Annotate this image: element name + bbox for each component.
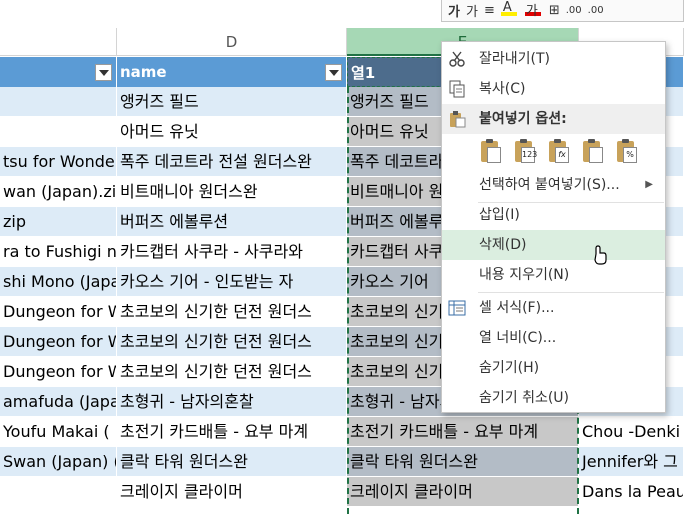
menu-item-copy[interactable]: 복사(C) bbox=[442, 74, 665, 104]
context-menu: 잘라내기(T) 복사(C) 붙여넣기 옵션: 123 fx % 선택하여 붙여넣… bbox=[441, 41, 666, 413]
menu-item-copy-label: 복사(C) bbox=[479, 81, 526, 97]
paste-values-button[interactable]: 123 bbox=[512, 139, 538, 165]
paste-default-button[interactable] bbox=[478, 139, 504, 165]
fill-color-button[interactable]: A bbox=[500, 0, 519, 20]
increase-decimal-button[interactable]: .00 bbox=[566, 5, 582, 16]
menu-item-unhide[interactable]: 숨기기 취소(U) bbox=[442, 383, 665, 413]
increase-font-button[interactable]: 가 bbox=[466, 1, 478, 20]
paste-icon-badge: 123 bbox=[521, 147, 537, 163]
scissors-icon bbox=[449, 51, 465, 67]
menu-item-insert[interactable]: 삽입(I) bbox=[442, 200, 665, 230]
table-row: Swan (Japan) (F 클락 타워 원더스완 클락 타워 원더스완 Jenni… bbox=[0, 447, 684, 477]
cell-c[interactable] bbox=[0, 87, 117, 117]
format-cells-icon bbox=[448, 300, 466, 316]
cell-name[interactable]: 초코보의 신기한 던전 원더스 bbox=[117, 327, 347, 357]
menu-item-insert-label: 삽입(I) bbox=[479, 207, 520, 223]
table-header-col1-label: 열1 bbox=[351, 64, 376, 82]
cell-name[interactable]: 버퍼즈 에볼루션 bbox=[117, 207, 347, 237]
menu-item-cut-label: 잘라내기(T) bbox=[479, 51, 550, 67]
menu-item-delete[interactable]: 삭제(D) bbox=[442, 230, 665, 260]
table-header-name: name bbox=[117, 57, 347, 87]
cell-name[interactable]: 앵커즈 필드 bbox=[117, 87, 347, 117]
menu-item-column-width[interactable]: 열 너비(C)... bbox=[442, 323, 665, 353]
cell-f[interactable]: Jennifer와 그 bbox=[579, 447, 684, 477]
menu-item-delete-label: 삭제(D) bbox=[479, 237, 527, 253]
cell-c[interactable]: tsu for Wonde bbox=[0, 147, 117, 177]
cell-name[interactable]: 초전기 카드배틀 - 요부 마계 bbox=[117, 417, 347, 447]
cell-name[interactable]: 폭주 데코트라 전설 원더스완 bbox=[117, 147, 347, 177]
column-header-d[interactable]: D bbox=[117, 28, 347, 56]
paste-icon-badge: % bbox=[623, 147, 637, 163]
cell-c[interactable]: Dungeon for W bbox=[0, 327, 117, 357]
paste-options-header: 붙여넣기 옵션: bbox=[442, 104, 665, 134]
cell-c[interactable]: ra to Fushigi n bbox=[0, 237, 117, 267]
cell-f[interactable]: Dans la Peau bbox=[579, 477, 684, 507]
cell-name[interactable]: 카오스 기어 - 인도받는 자 bbox=[117, 267, 347, 297]
decrease-decimal-button[interactable]: .00 bbox=[588, 5, 604, 16]
cell-name[interactable]: 초형귀 - 남자의혼찰 bbox=[117, 387, 347, 417]
cell-c[interactable]: zip bbox=[0, 207, 117, 237]
paste-icon-badge bbox=[487, 147, 501, 163]
submenu-arrow-icon: ▶ bbox=[645, 179, 653, 190]
filter-dropdown-icon[interactable] bbox=[95, 64, 112, 81]
font-color-icon: 가 bbox=[525, 3, 538, 19]
menu-item-width-label: 열 너비(C)... bbox=[479, 330, 557, 346]
cell-f[interactable]: Chou -Denki C bbox=[579, 417, 684, 447]
cell-name[interactable]: 비트매니아 원더스완 bbox=[117, 177, 347, 207]
borders-button[interactable]: ⊞ bbox=[549, 3, 560, 18]
copy-icon bbox=[449, 80, 465, 98]
menu-item-paste-special[interactable]: 선택하여 붙여넣기(S)... ▶ bbox=[442, 170, 665, 200]
cell-name[interactable]: 초코보의 신기한 던전 원더스 bbox=[117, 357, 347, 387]
cell-c[interactable]: Dungeon for W bbox=[0, 297, 117, 327]
bold-button[interactable]: 가 bbox=[448, 1, 460, 20]
paste-formulas-button[interactable]: fx bbox=[546, 139, 572, 165]
menu-item-paste-special-label: 선택하여 붙여넣기(S)... bbox=[479, 177, 620, 193]
table-row: 크레이지 클라이머 크레이지 클라이머 Dans la Peau bbox=[0, 477, 684, 507]
cell-name[interactable]: 아머드 유닛 bbox=[117, 117, 347, 147]
cell-c[interactable]: wan (Japan).zip bbox=[0, 177, 117, 207]
menu-item-hide-label: 숨기기(H) bbox=[479, 360, 540, 376]
menu-item-format-label: 셀 서식(F)... bbox=[479, 300, 555, 316]
cell-name[interactable]: 초코보의 신기한 던전 원더스 bbox=[117, 297, 347, 327]
paste-icon-badge: fx bbox=[555, 147, 569, 163]
cell-c[interactable]: amafuda (Japar bbox=[0, 387, 117, 417]
cell-col1[interactable]: 클락 타워 원더스완 bbox=[347, 447, 579, 477]
font-color-button[interactable]: 가 bbox=[524, 2, 543, 20]
paste-formatting-button[interactable]: % bbox=[614, 139, 640, 165]
table-header-c bbox=[0, 57, 117, 87]
menu-item-hide[interactable]: 숨기기(H) bbox=[442, 353, 665, 383]
paste-transpose-button[interactable] bbox=[580, 139, 606, 165]
fill-color-icon: A bbox=[502, 0, 512, 15]
cell-name[interactable]: 크레이지 클라이머 bbox=[117, 477, 347, 507]
menu-item-format-cells[interactable]: 셀 서식(F)... bbox=[442, 293, 665, 323]
cell-name[interactable]: 클락 타워 원더스완 bbox=[117, 447, 347, 477]
table-header-name-label: name bbox=[120, 63, 167, 81]
cell-c[interactable]: Dungeon for W bbox=[0, 357, 117, 387]
table-row: Youfu Makai (초전기 카드배틀 - 요부 마계 초전기 카드배틀 - … bbox=[0, 417, 684, 447]
mini-toolbar: 가 가 ≡ A 가 ⊞ .00 .00 bbox=[441, 0, 684, 22]
paste-icon-badge bbox=[589, 147, 603, 163]
menu-item-clear-contents[interactable]: 내용 지우기(N) bbox=[442, 260, 665, 290]
filter-dropdown-icon[interactable] bbox=[325, 64, 342, 81]
align-button[interactable]: ≡ bbox=[484, 3, 495, 18]
cell-c[interactable]: shi Mono (Japa bbox=[0, 267, 117, 297]
paste-icon bbox=[450, 111, 466, 128]
paste-options-label: 붙여넣기 옵션: bbox=[479, 111, 567, 127]
cell-col1[interactable]: 크레이지 클라이머 bbox=[347, 477, 579, 507]
paste-options-bar: 123 fx % bbox=[478, 136, 664, 168]
menu-item-cut[interactable]: 잘라내기(T) bbox=[442, 44, 665, 74]
menu-item-unhide-label: 숨기기 취소(U) bbox=[479, 390, 570, 406]
cell-c[interactable] bbox=[0, 477, 117, 507]
cell-c[interactable]: Youfu Makai ( bbox=[0, 417, 117, 447]
cell-c[interactable] bbox=[0, 117, 117, 147]
cell-name[interactable]: 카드캡터 사쿠라 - 사쿠라와 bbox=[117, 237, 347, 267]
menu-item-clear-label: 내용 지우기(N) bbox=[479, 267, 570, 283]
cell-c[interactable]: Swan (Japan) (F bbox=[0, 447, 117, 477]
cell-col1[interactable]: 초전기 카드배틀 - 요부 마계 bbox=[347, 417, 579, 447]
column-header-c[interactable] bbox=[0, 28, 117, 56]
